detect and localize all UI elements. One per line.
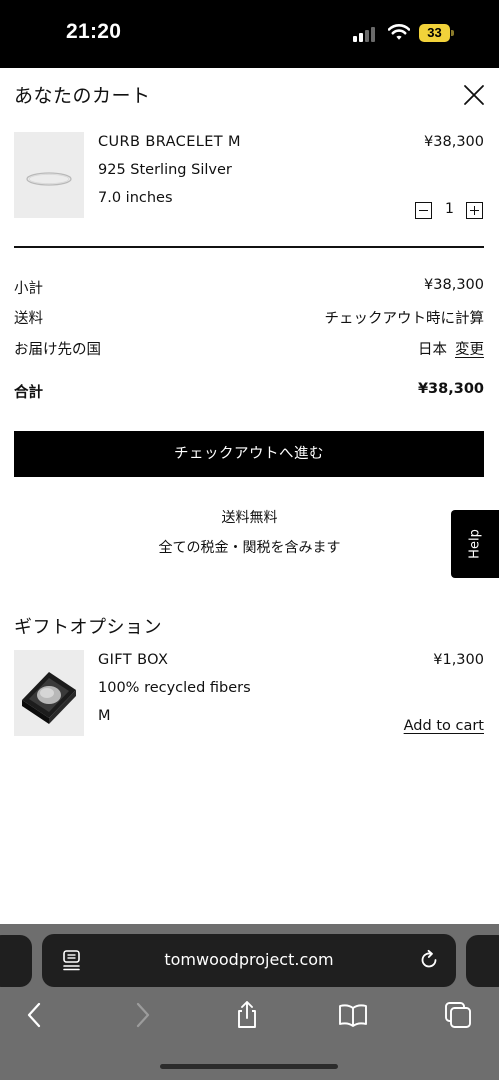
url-text[interactable]: tomwoodproject.com (42, 950, 456, 969)
help-button[interactable]: Help (451, 510, 499, 578)
gift-box-image[interactable] (14, 650, 84, 736)
free-shipping-note: 送料無料 (221, 510, 278, 526)
battery-icon: 33 (419, 24, 455, 42)
shipping-label: 送料 (14, 311, 43, 327)
divider (14, 246, 484, 248)
address-bar[interactable]: tomwoodproject.com (42, 934, 456, 987)
gift-name: GIFT BOX (98, 652, 169, 668)
reload-icon[interactable] (418, 949, 440, 971)
product-price: ¥38,300 (424, 134, 484, 150)
subtotal-label: 小計 (14, 281, 43, 297)
bookmarks-icon[interactable] (338, 1000, 368, 1030)
back-icon[interactable] (20, 1000, 50, 1030)
quantity-increase-button[interactable] (466, 202, 483, 219)
checkout-button[interactable]: チェックアウトへ進む (14, 431, 484, 477)
subtotal-value: ¥38,300 (424, 277, 484, 293)
gift-size: M (98, 708, 111, 724)
quantity-value: 1 (445, 201, 454, 217)
share-icon[interactable] (232, 1000, 262, 1030)
change-country-link[interactable]: 変更 (455, 342, 484, 358)
bracelet-image[interactable] (14, 132, 84, 218)
battery-level: 33 (419, 24, 450, 42)
total-label: 合計 (14, 385, 43, 401)
total-value: ¥38,300 (417, 381, 484, 397)
tabs-icon[interactable] (443, 1000, 473, 1030)
country-row: 日本 変更 (418, 338, 484, 359)
wifi-icon (388, 24, 410, 40)
browser-toolbar: tomwoodproject.com (0, 924, 499, 1080)
previous-tab-preview[interactable] (0, 935, 32, 987)
tax-included-note: 全ての税金・関税を含みます (158, 540, 341, 556)
forward-icon[interactable] (127, 1000, 157, 1030)
signal-icon (353, 26, 379, 42)
help-label: Help (467, 529, 483, 559)
gift-section-title: ギフトオプション (14, 617, 162, 638)
shipping-value: チェックアウト時に計算 (324, 311, 485, 327)
next-tab-preview[interactable] (466, 935, 499, 987)
add-to-cart-link[interactable]: Add to cart (404, 718, 484, 734)
country-value: 日本 (418, 342, 447, 358)
cart-title: あなたのカート (14, 85, 151, 107)
quantity-decrease-button[interactable] (415, 202, 432, 219)
product-size: 7.0 inches (98, 190, 173, 206)
close-icon[interactable] (461, 82, 487, 108)
home-indicator (160, 1064, 338, 1069)
status-time: 21:20 (66, 20, 122, 43)
country-label: お届け先の国 (14, 342, 101, 358)
product-name[interactable]: CURB BRACELET M (98, 134, 241, 150)
gift-material: 100% recycled fibers (98, 680, 251, 696)
product-material: 925 Sterling Silver (98, 162, 232, 178)
gift-price: ¥1,300 (433, 652, 484, 668)
status-bar: 21:20 33 (0, 0, 499, 68)
